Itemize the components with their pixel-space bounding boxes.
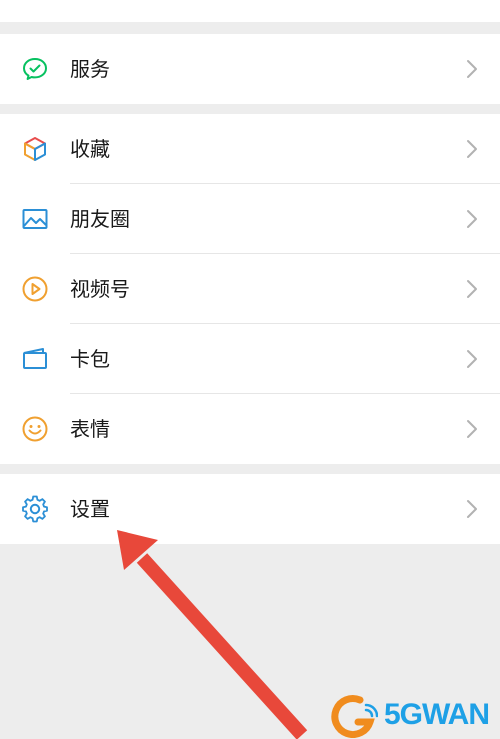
wallet-icon bbox=[21, 345, 49, 373]
menu-item-stickers[interactable]: 表情 bbox=[0, 394, 500, 464]
menu-item-cards[interactable]: 卡包 bbox=[0, 324, 500, 394]
menu-item-moments-label: 朋友圈 bbox=[70, 207, 130, 231]
watermark-text: 5GWAN bbox=[384, 698, 490, 731]
menu-item-services[interactable]: 服务 bbox=[0, 34, 500, 104]
menu-item-settings[interactable]: 设置 bbox=[0, 474, 500, 544]
chevron-right-icon bbox=[466, 209, 478, 229]
chevron-right-icon bbox=[466, 59, 478, 79]
services-group: 服务 bbox=[0, 34, 500, 104]
menu-item-channels-label: 视频号 bbox=[70, 277, 130, 301]
gear-icon bbox=[21, 495, 49, 523]
menu-item-cards-label: 卡包 bbox=[70, 347, 110, 371]
cube-icon bbox=[21, 135, 49, 163]
previous-section-bottom bbox=[0, 0, 500, 22]
play-circle-icon bbox=[21, 275, 49, 303]
menu-item-favorites[interactable]: 收藏 bbox=[0, 114, 500, 184]
menu-item-stickers-label: 表情 bbox=[70, 417, 110, 441]
menu-item-channels[interactable]: 视频号 bbox=[0, 254, 500, 324]
menu-item-settings-label: 设置 bbox=[70, 497, 110, 521]
menu-item-services-label: 服务 bbox=[70, 57, 110, 81]
smiley-icon bbox=[21, 415, 49, 443]
services-icon bbox=[21, 55, 49, 83]
chevron-right-icon bbox=[466, 279, 478, 299]
settings-group: 设置 bbox=[0, 474, 500, 544]
chevron-right-icon bbox=[466, 139, 478, 159]
picture-icon bbox=[21, 205, 49, 233]
menu-item-moments[interactable]: 朋友圈 bbox=[0, 184, 500, 254]
chevron-right-icon bbox=[466, 499, 478, 519]
chevron-right-icon bbox=[466, 419, 478, 439]
features-group: 收藏 朋友圈 视频号 卡包 表情 bbox=[0, 114, 500, 464]
chevron-right-icon bbox=[466, 349, 478, 369]
watermark-logo-icon bbox=[331, 695, 378, 738]
watermark: 5GWAN bbox=[328, 692, 500, 739]
menu-item-favorites-label: 收藏 bbox=[70, 137, 110, 161]
